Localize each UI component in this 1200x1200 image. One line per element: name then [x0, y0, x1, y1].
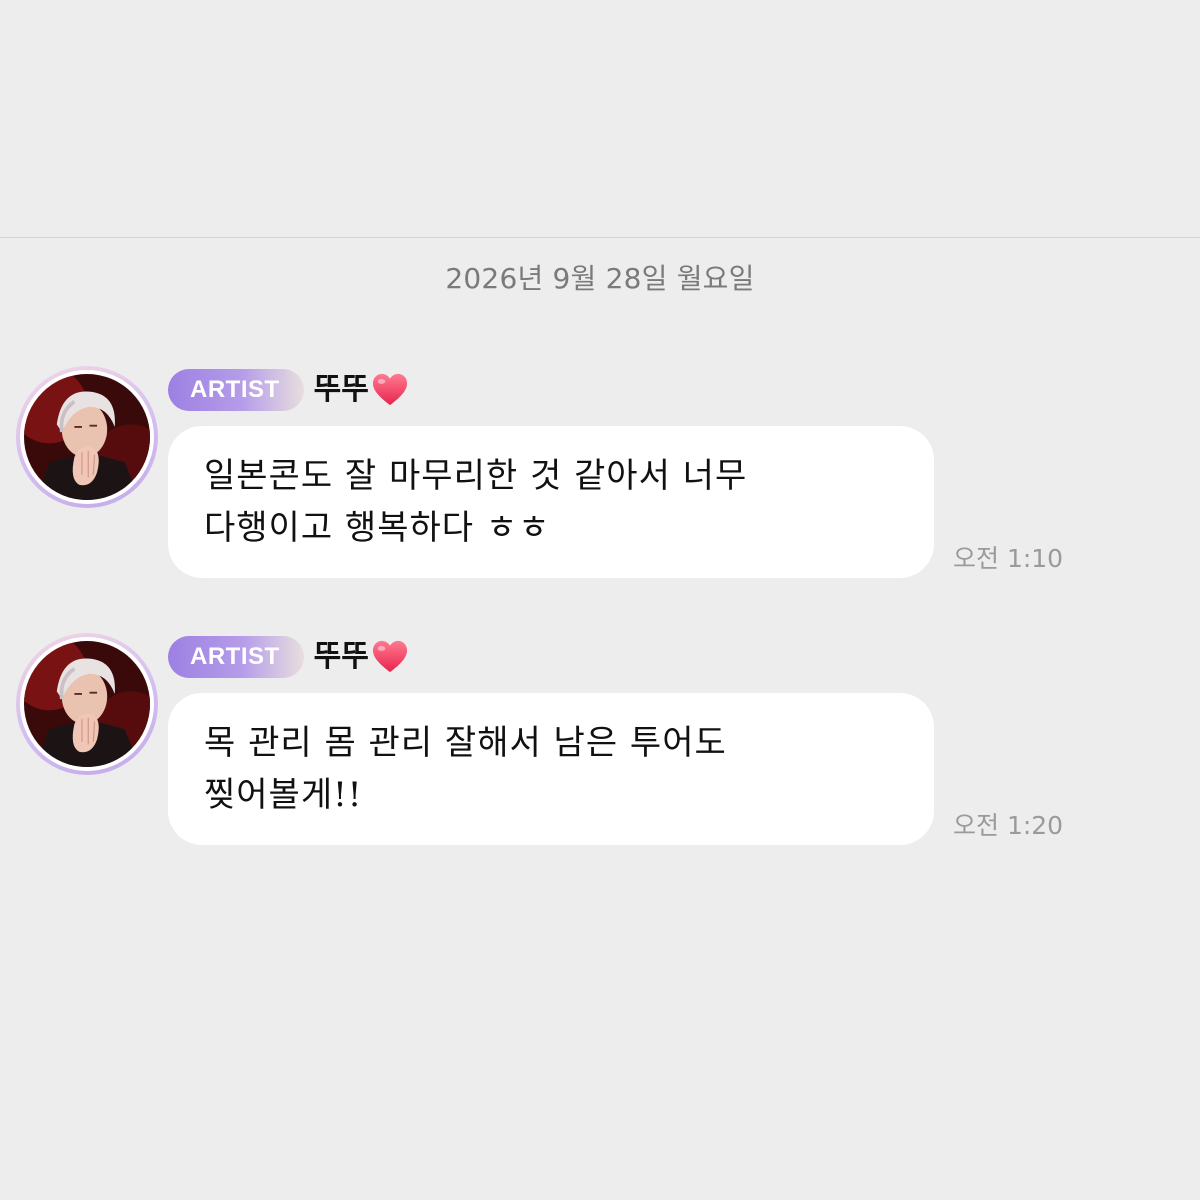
name-row: ARTIST 뚜뚜 — [168, 368, 409, 412]
message-text: 일본콘도 잘 마무리한 것 같아서 너무 다행이고 행복하다 ㅎㅎ — [204, 456, 748, 548]
avatar-image — [20, 370, 154, 504]
sender-name[interactable]: 뚜뚜 — [314, 635, 369, 679]
message-bubble[interactable]: 일본콘도 잘 마무리한 것 같아서 너무 다행이고 행복하다 ㅎㅎ — [168, 426, 934, 578]
avatar[interactable] — [16, 633, 158, 775]
avatar-illustration-icon — [24, 374, 150, 500]
message-time: 오전 1:10 — [953, 544, 1064, 573]
avatar-illustration-icon — [24, 641, 150, 767]
artist-badge: ARTIST — [168, 636, 304, 678]
sender-name[interactable]: 뚜뚜 — [314, 368, 369, 412]
message-text: 목 관리 몸 관리 잘해서 남은 투어도 찢어볼게!! — [204, 723, 727, 815]
avatar[interactable] — [16, 366, 158, 508]
message-time: 오전 1:20 — [953, 811, 1064, 840]
heart-icon — [372, 640, 407, 673]
message-bubble[interactable]: 목 관리 몸 관리 잘해서 남은 투어도 찢어볼게!! — [168, 693, 934, 845]
chat-message: ARTIST 뚜뚜 목 관리 몸 관리 잘해서 남은 투어도 찢어볼게!! 오전… — [0, 633, 1200, 863]
heart-icon — [372, 373, 407, 406]
chat-message: ARTIST 뚜뚜 일본콘도 잘 마무리한 것 같아서 너무 다행이고 행복하다… — [0, 366, 1200, 596]
name-row: ARTIST 뚜뚜 — [168, 635, 409, 679]
artist-badge: ARTIST — [168, 369, 304, 411]
top-divider — [0, 237, 1200, 238]
date-separator: 2026년 9월 28일 월요일 — [445, 262, 755, 295]
avatar-image — [20, 637, 154, 771]
